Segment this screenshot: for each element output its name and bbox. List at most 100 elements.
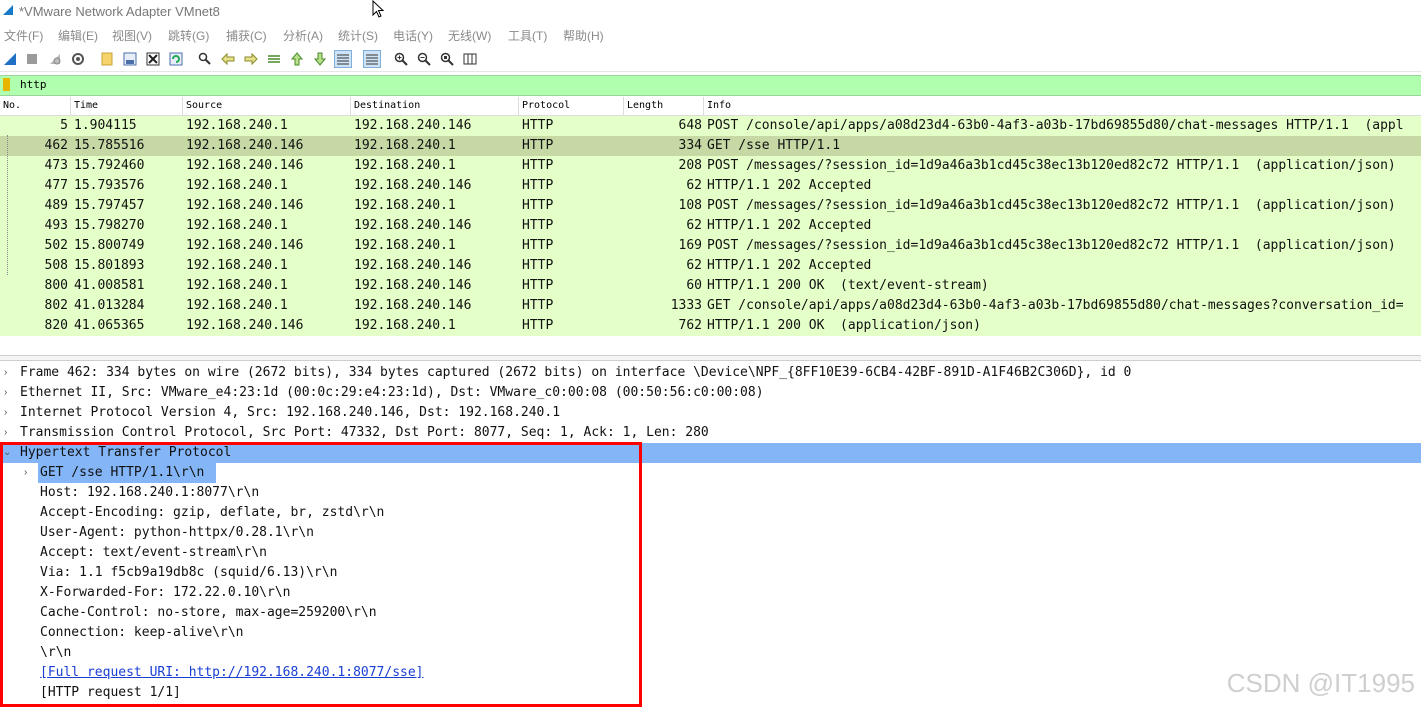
save-file-icon[interactable] — [121, 50, 139, 68]
go-forward-icon[interactable] — [242, 50, 260, 68]
menu-edit[interactable]: 编辑(E) — [58, 27, 98, 44]
tree-item-http[interactable]: ⌄ Hypertext Transfer Protocol — [0, 443, 1421, 463]
packet-row[interactable]: 820 41.065365 192.168.240.146 192.168.240.1… — [0, 316, 1421, 336]
bookmark-icon[interactable] — [3, 78, 10, 91]
go-first-icon[interactable] — [288, 50, 306, 68]
restart-capture-icon[interactable] — [46, 50, 64, 68]
http-field-text: Accept-Encoding: gzip, deflate, br, zstd… — [40, 505, 385, 520]
packet-row[interactable]: 477 15.793576 192.168.240.1 192.168.240.146… — [0, 176, 1421, 196]
packet-cell-info: HTTP/1.1 200 OK (text/event-stream) — [707, 278, 989, 293]
packet-cell-info: HTTP/1.1 202 Accepted — [707, 218, 872, 233]
zoom-normal-icon[interactable] — [438, 50, 456, 68]
expand-arrow-icon[interactable]: › — [4, 388, 14, 398]
tree-item-http-field[interactable]: \r\n — [0, 643, 1421, 663]
go-back-icon[interactable] — [219, 50, 237, 68]
packet-cell-info: HTTP/1.1 200 OK (application/json) — [707, 318, 981, 333]
packet-cell-dst: 192.168.240.1 — [354, 138, 456, 153]
http-field-text: \r\n — [40, 645, 72, 660]
reload-file-icon[interactable] — [167, 50, 185, 68]
menu-tools[interactable]: 工具(T) — [508, 27, 547, 44]
tree-item-ethernet[interactable]: › Ethernet II, Src: VMware_e4:23:1d (00:… — [0, 383, 1421, 403]
tree-item-http-field[interactable]: Host: 192.168.240.1:8077\r\n — [0, 483, 1421, 503]
capture-options-icon[interactable] — [69, 50, 87, 68]
tree-item-request-count[interactable]: [HTTP request 1/1] — [0, 683, 1421, 703]
go-last-icon[interactable] — [311, 50, 329, 68]
packet-row[interactable]: 489 15.797457 192.168.240.146 192.168.240.1… — [0, 196, 1421, 216]
menu-view[interactable]: 视图(V) — [112, 27, 152, 44]
tree-item-http-field[interactable]: Via: 1.1 f5cb9a19db8c (squid/6.13)\r\n — [0, 563, 1421, 583]
packet-row[interactable]: 508 15.801893 192.168.240.1 192.168.240.146… — [0, 256, 1421, 276]
colorize-icon[interactable] — [363, 50, 381, 68]
tree-item-http-field[interactable]: User-Agent: python-httpx/0.28.1\r\n — [0, 523, 1421, 543]
tree-item-http-field[interactable]: X-Forwarded-For: 172.22.0.10\r\n — [0, 583, 1421, 603]
packet-cell-info: GET /sse HTTP/1.1 — [707, 138, 841, 153]
packet-row[interactable]: 473 15.792460 192.168.240.146 192.168.240.1… — [0, 156, 1421, 176]
packet-cell-proto: HTTP — [522, 118, 554, 133]
find-packet-icon[interactable] — [196, 50, 214, 68]
packet-row[interactable]: 493 15.798270 192.168.240.1 192.168.240.146… — [0, 216, 1421, 236]
open-file-icon[interactable] — [98, 50, 116, 68]
full-uri-link[interactable]: [Full request URI: http://192.168.240.1:… — [40, 663, 424, 683]
column-header-destination[interactable]: Destination — [351, 97, 519, 115]
auto-scroll-icon[interactable] — [334, 50, 352, 68]
menu-file[interactable]: 文件(F) — [4, 27, 43, 44]
packet-cell-dst: 192.168.240.146 — [354, 298, 472, 313]
window-title: *VMware Network Adapter VMnet8 — [19, 4, 220, 19]
expand-arrow-icon[interactable]: › — [4, 428, 14, 438]
tree-item-request-line[interactable]: › GET /sse HTTP/1.1\r\n — [0, 463, 1421, 483]
tree-item-full-uri[interactable]: [Full request URI: http://192.168.240.1:… — [0, 663, 1421, 683]
tree-item-tcp[interactable]: › Transmission Control Protocol, Src Por… — [0, 423, 1421, 443]
mouse-cursor-icon — [372, 0, 385, 18]
packet-row[interactable]: 502 15.800749 192.168.240.146 192.168.240.1… — [0, 236, 1421, 256]
tree-item-http-field[interactable]: Cache-Control: no-store, max-age=259200\… — [0, 603, 1421, 623]
shark-fin-start-icon[interactable] — [1, 50, 19, 68]
menu-analyze[interactable]: 分析(A) — [283, 27, 323, 44]
watermark: CSDN @IT1995 — [1226, 668, 1415, 698]
packet-cell-src: 192.168.240.146 — [186, 238, 304, 253]
pane-splitter[interactable] — [0, 355, 1421, 361]
menu-telephony[interactable]: 电话(Y) — [393, 27, 433, 44]
column-header-info[interactable]: Info — [704, 97, 1421, 115]
packet-cell-time: 15.797457 — [74, 198, 145, 213]
menu-statistics[interactable]: 统计(S) — [338, 27, 378, 44]
packet-cell-len: 208 — [678, 158, 702, 173]
packet-cell-src: 192.168.240.1 — [186, 258, 288, 273]
tree-item-http-field[interactable]: Accept: text/event-stream\r\n — [0, 543, 1421, 563]
http-field-text: Connection: keep-alive\r\n — [40, 625, 244, 640]
packet-row[interactable]: 800 41.008581 192.168.240.1 192.168.240.146… — [0, 276, 1421, 296]
tree-item-http-field[interactable]: Accept-Encoding: gzip, deflate, br, zstd… — [0, 503, 1421, 523]
column-header-no[interactable]: No. — [0, 97, 71, 115]
column-header-protocol[interactable]: Protocol — [519, 97, 624, 115]
packet-cell-dst: 192.168.240.146 — [354, 178, 472, 193]
packet-cell-src: 192.168.240.1 — [186, 298, 288, 313]
zoom-out-icon[interactable] — [415, 50, 433, 68]
display-filter-bar[interactable]: http — [0, 75, 1421, 96]
tree-item-http-field[interactable]: Connection: keep-alive\r\n — [0, 623, 1421, 643]
column-header-source[interactable]: Source — [183, 97, 351, 115]
expand-arrow-icon[interactable]: › — [24, 468, 34, 478]
stop-capture-icon[interactable] — [23, 50, 41, 68]
menu-capture[interactable]: 捕获(C) — [226, 27, 267, 44]
packet-cell-no: 493 — [44, 218, 68, 233]
collapse-arrow-icon[interactable]: ⌄ — [3, 448, 13, 458]
expand-arrow-icon[interactable]: › — [4, 408, 14, 418]
tree-item-frame[interactable]: › Frame 462: 334 bytes on wire (2672 bit… — [0, 363, 1421, 383]
packet-cell-src: 192.168.240.146 — [186, 138, 304, 153]
packet-cell-len: 62 — [686, 178, 702, 193]
packet-row[interactable]: 5 1.904115 192.168.240.1 192.168.240.146 HTT… — [0, 116, 1421, 136]
column-header-time[interactable]: Time — [71, 97, 183, 115]
display-filter-input[interactable]: http — [20, 78, 47, 91]
column-header-length[interactable]: Length — [624, 97, 704, 115]
expand-arrow-icon[interactable]: › — [4, 368, 14, 378]
go-to-packet-icon[interactable] — [265, 50, 283, 68]
packet-cell-proto: HTTP — [522, 278, 554, 293]
menu-wireless[interactable]: 无线(W) — [448, 27, 491, 44]
resize-columns-icon[interactable] — [461, 50, 479, 68]
menu-go[interactable]: 跳转(G) — [168, 27, 209, 44]
packet-row[interactable]: 802 41.013284 192.168.240.1 192.168.240.146… — [0, 296, 1421, 316]
close-file-icon[interactable] — [144, 50, 162, 68]
menu-help[interactable]: 帮助(H) — [563, 27, 604, 44]
tree-item-ipv4[interactable]: › Internet Protocol Version 4, Src: 192.… — [0, 403, 1421, 423]
zoom-in-icon[interactable] — [392, 50, 410, 68]
packet-row[interactable]: 462 15.785516 192.168.240.146 192.168.240.1… — [0, 136, 1421, 156]
